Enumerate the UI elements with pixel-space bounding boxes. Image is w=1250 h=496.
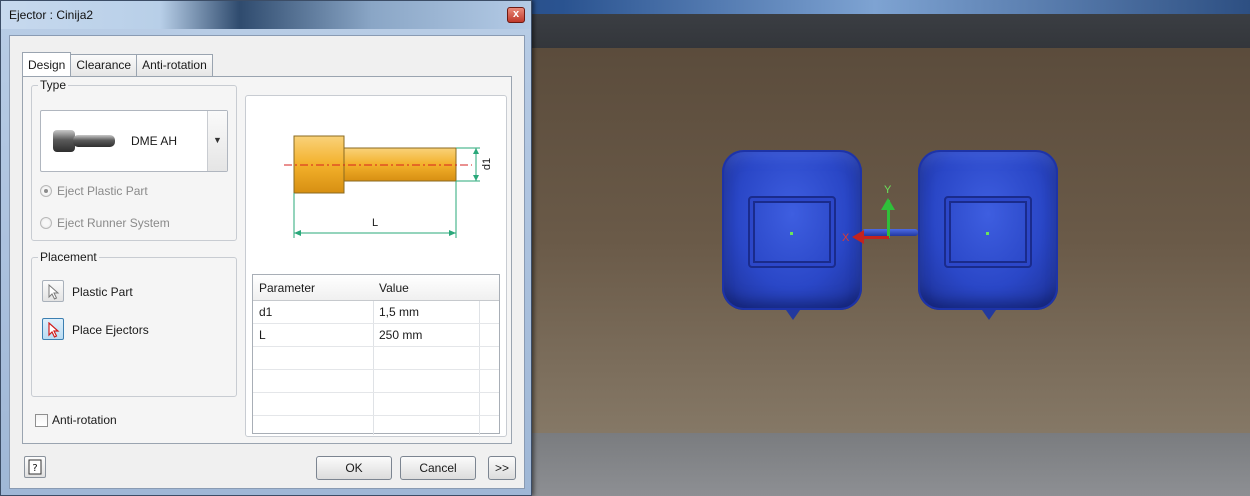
plastic-part-cavity-2[interactable] <box>918 150 1058 320</box>
table-header-row: Parameter Value <box>253 275 499 301</box>
value-cell[interactable]: 1,5 mm <box>373 301 479 323</box>
ejector-type-dropdown[interactable]: DME AH ▼ <box>40 110 228 172</box>
ribbon-strip <box>530 14 1250 48</box>
more-options-button[interactable]: >> <box>488 456 516 480</box>
runner-channel[interactable] <box>862 229 918 236</box>
selected-type-label: DME AH <box>131 134 178 148</box>
plastic-part-select-button[interactable] <box>42 280 64 302</box>
table-row <box>253 393 499 416</box>
cancel-button[interactable]: Cancel <box>400 456 476 480</box>
eject-runner-system-label: Eject Runner System <box>57 216 170 230</box>
graphics-viewport[interactable] <box>530 48 1250 433</box>
type-group-label: Type <box>38 78 69 92</box>
column-header-parameter[interactable]: Parameter <box>253 275 373 300</box>
help-icon: ? <box>28 459 42 475</box>
table-row <box>253 347 499 370</box>
table-row <box>253 370 499 393</box>
svg-text:?: ? <box>32 463 37 474</box>
x-axis-arrow-icon <box>852 230 864 244</box>
value-cell[interactable]: 250 mm <box>373 324 479 346</box>
preview-panel: d1 L Parameter Value d1 1,5 mm L 250 mm <box>245 95 507 437</box>
viewport-bottom-band <box>530 433 1250 496</box>
tab-strip: Design Clearance Anti-rotation <box>22 52 213 76</box>
column-header-value[interactable]: Value <box>373 275 479 300</box>
dialog-client-area: Design Clearance Anti-rotation Type DME … <box>9 35 525 489</box>
placement-group: Placement Plastic Part Place Ejectors <box>31 250 237 397</box>
eject-plastic-part-label: Eject Plastic Part <box>57 184 148 198</box>
anti-rotation-checkbox[interactable]: Anti-rotation <box>35 413 117 427</box>
parameter-cell: L <box>259 328 266 342</box>
place-ejectors-label: Place Ejectors <box>72 323 149 337</box>
dialog-title-bar[interactable]: Ejector : Cinija2 x <box>1 1 531 29</box>
ejector-pin-diagram <box>284 135 480 238</box>
tab-clearance[interactable]: Clearance <box>70 54 138 76</box>
cursor-arrow-icon <box>48 322 60 338</box>
y-axis-arrow-icon <box>881 198 895 210</box>
placement-group-label: Placement <box>38 250 99 264</box>
checkbox-box <box>35 413 48 427</box>
table-row[interactable]: L 250 mm <box>253 324 499 347</box>
gate-tip <box>982 310 996 320</box>
tab-anti-rotation[interactable]: Anti-rotation <box>136 54 213 76</box>
parameter-table[interactable]: Parameter Value d1 1,5 mm L 250 mm <box>252 274 500 435</box>
part-center-point <box>790 232 793 235</box>
plastic-part-cavity-1[interactable] <box>722 150 862 320</box>
parameter-cell: d1 <box>259 305 273 319</box>
eject-plastic-part-radio[interactable]: Eject Plastic Part <box>40 184 148 198</box>
gate-tip <box>786 310 800 320</box>
ejector-pin-thumbnail-icon <box>53 130 115 152</box>
type-group: Type DME AH ▼ Eject Plastic Part Eject R… <box>31 78 237 241</box>
tab-design[interactable]: Design <box>22 52 72 76</box>
close-button[interactable]: x <box>507 7 525 23</box>
chevron-down-icon[interactable]: ▼ <box>207 111 227 171</box>
help-button[interactable]: ? <box>24 456 46 478</box>
x-axis-label: X <box>842 232 850 244</box>
part-center-point <box>986 232 989 235</box>
plastic-part-label: Plastic Part <box>72 285 133 299</box>
design-tab-panel: Type DME AH ▼ Eject Plastic Part Eject R… <box>22 76 512 444</box>
radio-indicator <box>40 217 52 229</box>
table-row[interactable]: d1 1,5 mm <box>253 301 499 324</box>
place-ejectors-select-button[interactable] <box>42 318 64 340</box>
anti-rotation-label: Anti-rotation <box>52 413 117 427</box>
eject-runner-system-radio[interactable]: Eject Runner System <box>40 216 170 230</box>
radio-indicator <box>40 185 52 197</box>
diameter-dimension-label: d1 <box>481 157 494 171</box>
length-dimension-label: L <box>372 217 379 229</box>
y-axis-label: Y <box>884 184 892 196</box>
dialog-title: Ejector : Cinija2 <box>9 8 94 22</box>
ejector-dialog: Ejector : Cinija2 x Design Clearance Ant… <box>0 0 532 496</box>
cursor-arrow-icon <box>48 284 60 300</box>
ok-button[interactable]: OK <box>316 456 392 480</box>
